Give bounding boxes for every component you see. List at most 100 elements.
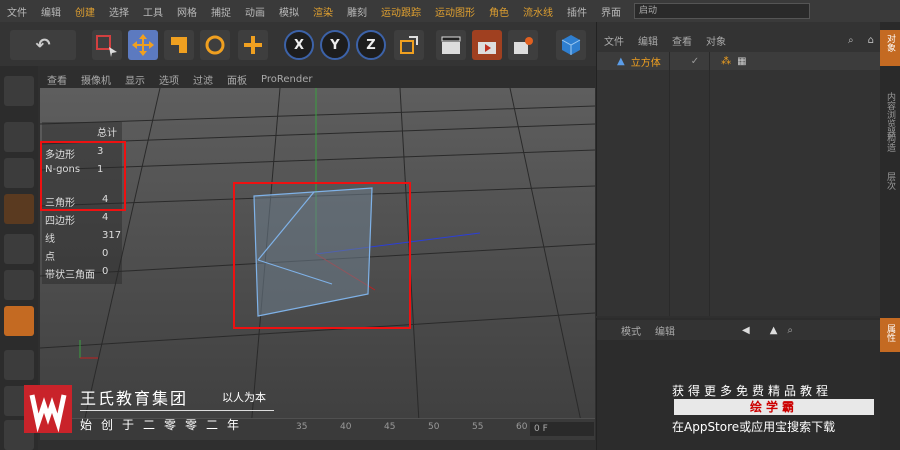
undo-button[interactable]: ↶ xyxy=(10,30,76,60)
timeline-tick: 35 xyxy=(296,422,308,432)
coordinate-system-button[interactable] xyxy=(394,30,424,60)
checker-tag-icon[interactable]: ▦ xyxy=(737,56,746,67)
menu-plugins[interactable]: 插件 xyxy=(560,4,594,19)
object-menu-objects[interactable]: 对象 xyxy=(699,33,733,48)
menu-select[interactable]: 选择 xyxy=(102,4,136,19)
menu-mesh[interactable]: 网格 xyxy=(170,4,204,19)
scale-icon xyxy=(171,37,187,53)
menu-simulate[interactable]: 模拟 xyxy=(272,4,306,19)
points-mode-button[interactable] xyxy=(4,234,34,264)
layout-label: 界面 xyxy=(601,7,621,19)
live-select-icon xyxy=(96,35,117,57)
viewport-menu-prorender[interactable]: ProRender xyxy=(254,74,319,85)
render-settings-button[interactable] xyxy=(508,30,538,60)
search-icon[interactable]: ⌕ xyxy=(841,35,861,46)
make-editable-button[interactable] xyxy=(4,76,34,106)
home-icon[interactable]: ⌂ xyxy=(861,35,881,46)
y-axis-button[interactable]: Y xyxy=(320,30,350,60)
brand-subtitle: 始创于二零零二年 xyxy=(80,418,249,432)
cube-icon xyxy=(561,35,581,55)
z-axis-button[interactable]: Z xyxy=(356,30,386,60)
menu-character[interactable]: 角色 xyxy=(482,4,516,19)
menu-render[interactable]: 渲染 xyxy=(306,4,340,19)
polygon-highlight-box xyxy=(233,182,411,329)
object-row[interactable]: ▲ 立方体 ✓ ⁂ ▦ xyxy=(597,52,881,70)
tab-content-browser[interactable]: 内容浏览器 xyxy=(884,92,897,137)
undo-icon: ↶ xyxy=(35,34,51,56)
edges-mode-button[interactable] xyxy=(4,270,34,300)
frame-field[interactable]: 0 F xyxy=(530,422,594,436)
add-tool-button[interactable] xyxy=(238,30,268,60)
model-mode-button[interactable] xyxy=(4,122,34,152)
x-axis-button[interactable]: X xyxy=(284,30,314,60)
viewport-menu-camera[interactable]: 摄像机 xyxy=(74,72,118,87)
object-menu-edit[interactable]: 编辑 xyxy=(631,33,665,48)
viewport-menu-display[interactable]: 显示 xyxy=(118,72,152,87)
menu-create[interactable]: 创建 xyxy=(68,4,102,19)
rotate-tool-button[interactable] xyxy=(200,30,230,60)
menu-motion-tracker[interactable]: 运动跟踪 xyxy=(374,4,428,19)
column-divider xyxy=(709,52,710,316)
scale-tool-button[interactable] xyxy=(164,30,194,60)
render-picture-button[interactable] xyxy=(472,30,502,60)
menu-bar: 文件 编辑 创建 选择 工具 网格 捕捉 动画 模拟 渲染 雕刻 运动跟踪 运动… xyxy=(0,0,900,23)
stats-strips-value: 0 xyxy=(102,266,109,277)
attribute-menu-mode[interactable]: 模式 xyxy=(597,323,648,338)
tag-icon[interactable]: ⁂ xyxy=(721,56,731,67)
render-view-button[interactable] xyxy=(436,30,466,60)
cube-object-icon: ▲ xyxy=(617,55,625,67)
tab-layers[interactable]: 层次 xyxy=(884,172,897,190)
plus-icon xyxy=(244,36,262,54)
back-arrow-icon[interactable]: ◀ xyxy=(742,325,750,336)
visibility-icon[interactable]: ✓ xyxy=(691,56,699,67)
search-icon[interactable]: ⌕ xyxy=(787,325,793,336)
workplane-button[interactable] xyxy=(4,194,34,224)
brand-logo xyxy=(24,385,72,433)
promo-app-name: 绘学霸 xyxy=(674,399,874,415)
object-manager-menu: 文件 编辑 查看 对象 ⌕ ⌂ xyxy=(597,30,881,50)
move-tool-button[interactable] xyxy=(128,30,158,60)
menu-file[interactable]: 文件 xyxy=(0,4,34,19)
cube-button[interactable] xyxy=(556,30,586,60)
polygons-mode-button[interactable] xyxy=(4,306,34,336)
live-select-button[interactable] xyxy=(92,30,122,60)
tab-objects-label: 对象 xyxy=(885,34,895,52)
stats-points-label: 点 xyxy=(45,252,55,263)
menu-pipeline[interactable]: 流水线 xyxy=(516,4,560,19)
menu-snap[interactable]: 捕捉 xyxy=(204,4,238,19)
main-toolbar: ↶ X Y Z xyxy=(0,22,596,66)
object-menu-view[interactable]: 查看 xyxy=(665,33,699,48)
column-divider xyxy=(669,52,670,316)
menu-edit[interactable]: 编辑 xyxy=(34,4,68,19)
timeline-tick: 45 xyxy=(384,422,396,432)
render-icon xyxy=(478,42,496,54)
y-axis-icon: Y xyxy=(320,30,350,60)
menu-tools[interactable]: 工具 xyxy=(136,4,170,19)
up-arrow-icon[interactable]: ▲ xyxy=(770,325,778,336)
object-name[interactable]: 立方体 xyxy=(631,54,661,69)
attribute-menu-edit[interactable]: 编辑 xyxy=(648,323,682,338)
viewport-menu-panel[interactable]: 面板 xyxy=(220,72,254,87)
move-icon xyxy=(132,34,154,56)
tab-structure[interactable]: 构造 xyxy=(884,134,897,152)
stats-lines-label: 线 xyxy=(45,234,55,245)
timeline-tick: 50 xyxy=(428,422,440,432)
object-menu-file[interactable]: 文件 xyxy=(597,33,631,48)
render-settings-icon xyxy=(514,37,533,54)
brand-name: 王氏教育集团 xyxy=(80,389,189,408)
stats-highlight-box xyxy=(40,141,126,211)
attribute-manager-menu: 模式 编辑 ◀ ▲ ⌕ xyxy=(597,320,881,340)
stats-quads-label: 四边形 xyxy=(45,216,75,227)
layout-select[interactable]: 启动 xyxy=(634,3,810,19)
promo-download-text: 在AppStore或应用宝搜索下载 xyxy=(672,420,836,434)
texture-mode-button[interactable] xyxy=(4,158,34,188)
viewport-menu-filter[interactable]: 过滤 xyxy=(186,72,220,87)
menu-sculpt[interactable]: 雕刻 xyxy=(340,4,374,19)
menu-mograph[interactable]: 运动图形 xyxy=(428,4,482,19)
viewport-menu-view[interactable]: 查看 xyxy=(40,72,74,87)
axis-mode-button[interactable] xyxy=(4,350,34,380)
menu-animate[interactable]: 动画 xyxy=(238,4,272,19)
stats-points-value: 0 xyxy=(102,248,109,259)
viewport-menu-options[interactable]: 选项 xyxy=(152,72,186,87)
right-tab-strip: 对象 内容浏览器 构造 层次 属性 xyxy=(880,22,900,450)
